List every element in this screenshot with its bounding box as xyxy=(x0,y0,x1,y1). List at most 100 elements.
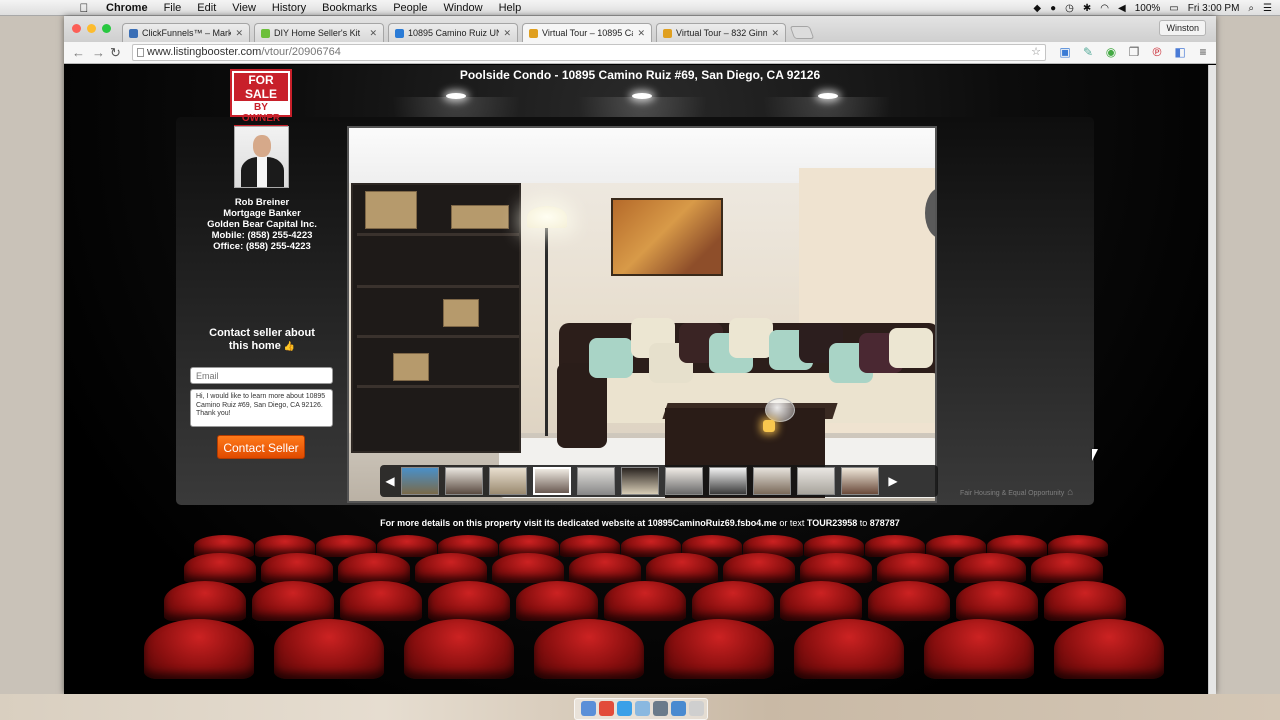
theater-seat xyxy=(692,581,774,621)
photo-thumbnail-9[interactable] xyxy=(753,467,791,495)
tour-photo[interactable] xyxy=(347,126,937,503)
safari-icon[interactable] xyxy=(617,701,632,716)
new-tab-button[interactable] xyxy=(789,26,815,39)
extension-window-icon[interactable]: ❐ xyxy=(1127,45,1141,59)
contact-heading-text: Contact seller about this home xyxy=(209,327,315,352)
photo-thumbnail-8[interactable] xyxy=(709,467,747,495)
extension-evernote-icon[interactable]: ◉ xyxy=(1104,45,1118,59)
extension-dropper-icon[interactable]: ✎ xyxy=(1081,45,1095,59)
address-bar[interactable]: www.listingbooster.com/vtour/20906764 ☆ xyxy=(132,44,1046,61)
email-input[interactable] xyxy=(190,367,333,384)
photo-thumbnail-3[interactable] xyxy=(489,467,527,495)
menu-window[interactable]: Window xyxy=(435,2,490,14)
for-sale-by-owner-logo[interactable]: FOR SALE BY OWNER xyxy=(230,69,292,139)
bookmark-star-icon[interactable]: ☆ xyxy=(1031,45,1041,58)
tab-title: ClickFunnels™ – Marketing xyxy=(142,28,232,38)
tab-close-icon[interactable]: ✕ xyxy=(771,28,779,39)
tab-strip: ClickFunnels™ – Marketing ✕ DIY Home Sel… xyxy=(64,16,1216,42)
clock[interactable]: Fri 3:00 PM xyxy=(1188,3,1240,14)
contact-seller-button[interactable]: Contact Seller xyxy=(217,435,305,459)
page-scrollbar[interactable] xyxy=(1208,65,1216,694)
tab-close-icon[interactable]: ✕ xyxy=(369,28,377,39)
tab-close-icon[interactable]: ✕ xyxy=(503,28,511,39)
photo-thumbnail-11[interactable] xyxy=(841,467,879,495)
bluetooth-icon[interactable]: ✱ xyxy=(1083,3,1091,14)
tab-diy-home-sellers-kit[interactable]: DIY Home Seller's Kit ✕ xyxy=(254,23,384,42)
tab-close-icon[interactable]: ✕ xyxy=(235,28,243,39)
details-to: to xyxy=(859,518,868,528)
theater-seat xyxy=(492,553,564,583)
menu-help[interactable]: Help xyxy=(491,2,530,14)
wall-art xyxy=(611,198,723,276)
extension-screen-icon[interactable]: ▣ xyxy=(1058,45,1072,59)
trash-icon[interactable] xyxy=(689,701,704,716)
battery-icon[interactable]: ▭ xyxy=(1169,3,1178,14)
spotlight-light xyxy=(818,93,838,99)
tab-virtual-tour-832[interactable]: Virtual Tour – 832 Ginna ✕ xyxy=(656,23,786,42)
photo-thumbnail-4[interactable] xyxy=(533,467,571,495)
url-host: www.listingbooster.com xyxy=(147,46,262,58)
prev-photo-arrow-icon[interactable]: ◀ xyxy=(382,472,398,490)
appstore-icon[interactable] xyxy=(671,701,686,716)
app-icon[interactable] xyxy=(653,701,668,716)
photo-thumbnail-2[interactable] xyxy=(445,467,483,495)
next-photo-arrow-icon[interactable]: ▶ xyxy=(885,472,901,490)
tab-title: DIY Home Seller's Kit xyxy=(274,28,361,38)
extension-code-icon[interactable]: ◧ xyxy=(1173,45,1187,59)
zoom-window-button[interactable] xyxy=(102,24,111,33)
tab-clickfunnels[interactable]: ClickFunnels™ – Marketing ✕ xyxy=(122,23,250,42)
photo-thumbnail-5[interactable] xyxy=(577,467,615,495)
menu-people[interactable]: People xyxy=(385,2,435,14)
theater-seat xyxy=(956,581,1038,621)
menu-file[interactable]: File xyxy=(156,2,190,14)
tab-title: Virtual Tour – 832 Ginna xyxy=(676,28,768,38)
photo-thumbnail-1[interactable] xyxy=(401,467,439,495)
profile-button[interactable]: Winston xyxy=(1159,20,1206,36)
tab-camino-ruiz-unit[interactable]: 10895 Camino Ruiz UNIT 6 ✕ xyxy=(388,23,518,42)
apple-menu-icon[interactable]:  xyxy=(70,1,98,15)
agent-name: Rob Breiner xyxy=(234,197,290,208)
theater-seat xyxy=(664,619,774,679)
pinterest-icon[interactable]: ℗ xyxy=(1150,45,1164,59)
theater-seat xyxy=(924,619,1034,679)
browser-window: ClickFunnels™ – Marketing ✕ DIY Home Sel… xyxy=(64,16,1216,694)
dropbox-icon[interactable]: ◆ xyxy=(1033,3,1041,14)
theater-seat xyxy=(164,581,246,621)
tab-virtual-tour-10895[interactable]: Virtual Tour – 10895 Cam ✕ xyxy=(522,23,652,42)
battery-percent[interactable]: 100% xyxy=(1135,3,1161,14)
photo-thumbnail-10[interactable] xyxy=(797,467,835,495)
photo-thumbnail-7[interactable] xyxy=(665,467,703,495)
mac-menubar:  Chrome File Edit View History Bookmark… xyxy=(0,0,1280,16)
spotlight-icon[interactable]: ⌕ xyxy=(1248,3,1254,14)
agent-company: Golden Bear Capital Inc. xyxy=(207,219,317,230)
wifi-icon[interactable]: ◠ xyxy=(1100,3,1109,14)
forward-icon[interactable]: → xyxy=(92,45,105,60)
menu-view[interactable]: View xyxy=(224,2,264,14)
minimize-window-button[interactable] xyxy=(87,24,96,33)
message-textarea[interactable]: Hi, I would like to learn more about 108… xyxy=(190,389,333,427)
theater-seat xyxy=(794,619,904,679)
tab-favicon xyxy=(663,28,672,38)
chrome-icon[interactable] xyxy=(599,701,614,716)
back-icon[interactable]: ← xyxy=(72,45,85,60)
photo-thumbnail-6[interactable] xyxy=(621,467,659,495)
page-content: Poolside Condo - 10895 Camino Ruiz #69, … xyxy=(64,65,1216,694)
menu-edit[interactable]: Edit xyxy=(189,2,224,14)
notification-center-icon[interactable]: ☰ xyxy=(1263,3,1272,14)
menu-bookmarks[interactable]: Bookmarks xyxy=(314,2,385,14)
spotlight-light xyxy=(632,93,652,99)
theater-seat xyxy=(516,581,598,621)
time-machine-icon[interactable]: ◷ xyxy=(1065,3,1074,14)
finder-icon[interactable] xyxy=(581,701,596,716)
property-website-link[interactable]: 10895CaminoRuiz69.fsbo4.me xyxy=(648,518,777,528)
extension-icons: ▣ ✎ ◉ ❐ ℗ ◧ ≡ xyxy=(1058,45,1210,59)
chrome-menu-icon[interactable]: ≡ xyxy=(1196,45,1210,59)
menu-history[interactable]: History xyxy=(264,2,314,14)
volume-icon[interactable]: ◀ xyxy=(1118,3,1126,14)
menu-app[interactable]: Chrome xyxy=(98,2,156,14)
mail-icon[interactable] xyxy=(635,701,650,716)
close-window-button[interactable] xyxy=(72,24,81,33)
tab-close-icon[interactable]: ✕ xyxy=(637,28,645,39)
location-icon[interactable]: ● xyxy=(1050,3,1056,14)
reload-icon[interactable]: ↻ xyxy=(110,45,121,61)
